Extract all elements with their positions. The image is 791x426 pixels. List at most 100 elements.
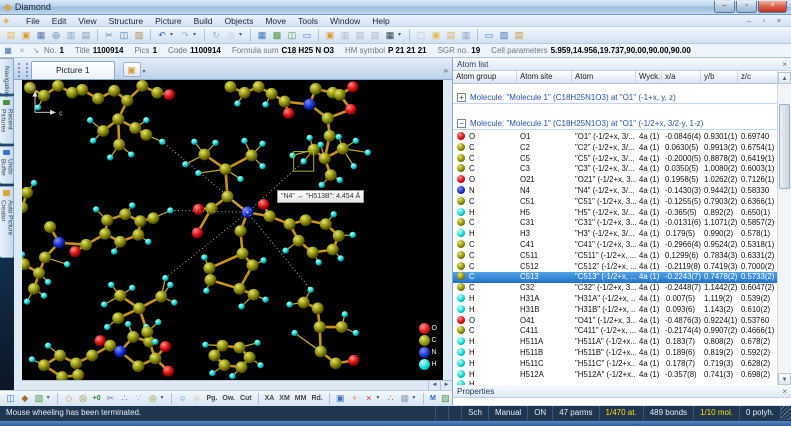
sidebar-tab-auto-picture-creator[interactable]: Auto Picture Creator <box>0 186 14 258</box>
toolbar-overflow-chevron[interactable]: » <box>444 66 452 79</box>
sidebar-tab-navigation[interactable]: Navigation <box>0 58 14 94</box>
toolbar-icon[interactable]: ◫ <box>117 29 131 42</box>
toolbar-icon[interactable]: ▣ <box>19 29 33 42</box>
atom-row[interactable]: HH5"H5" (-1/2+x, 3/...4a (1)-0.365(5)0.8… <box>453 208 791 219</box>
child-minimize-icon[interactable]: – <box>743 16 755 25</box>
atom-row[interactable]: CC511"C511" (-1/2+x, ...4a (1)0.1299(6)0… <box>453 251 791 262</box>
title-bar[interactable]: ◆ Diamond – ▫ × <box>0 0 791 15</box>
toolbar-icon[interactable]: ▨ <box>439 392 452 405</box>
structure-canvas[interactable]: b c "N4" ↔ "H513B": 4.454 Å OCNH <box>22 80 443 380</box>
tabbar-grip[interactable] <box>18 63 28 77</box>
atom-row[interactable]: CC5"C5" (-1/2+x, 3/...4a (1)-0.2000(5)0.… <box>453 154 791 165</box>
toolbar-icon[interactable]: + <box>348 392 361 405</box>
atom-row[interactable]: CC411"C411" (-1/2+x, ...4a (1)-0.2174(4)… <box>453 326 791 337</box>
status-segment-on[interactable]: ON <box>528 406 553 420</box>
dropdown-arrow-icon[interactable]: ▾ <box>193 29 200 42</box>
status-segment-sch[interactable]: Sch <box>462 406 489 420</box>
atom-row[interactable]: HH511A"H511A" (-1/2+x...4a (1)0.183(7)0.… <box>453 337 791 348</box>
atom-row[interactable]: HH511C"H511C" (-1/2+x...4a (1)0.178(7)0.… <box>453 359 791 370</box>
infobar-grid-icon[interactable]: ▦ <box>2 46 14 55</box>
atom-row[interactable]: CC31"C31" (-1/2+x, 3...4a (1)-0.0131(6)1… <box>453 218 791 229</box>
atom-row[interactable]: HH512A"H512A" (-1/2+x...4a (1)-0.357(8)0… <box>453 370 791 381</box>
toolbar-icon[interactable]: ∴ <box>384 392 397 405</box>
toolbar-icon[interactable]: ▨ <box>368 29 382 42</box>
toolbar-icon[interactable]: ▥ <box>459 29 473 42</box>
menu-help[interactable]: Help <box>366 15 395 27</box>
toolbar-icon[interactable]: ▤ <box>4 29 18 42</box>
menu-view[interactable]: View <box>72 15 102 27</box>
sidebar-tab-undo-buffer[interactable]: Undo Buffer <box>0 146 14 184</box>
column-header-atom-group[interactable]: Atom group <box>453 71 517 83</box>
column-header-wyck-[interactable]: Wyck. <box>636 71 662 83</box>
toolbar-icon[interactable]: ▦ <box>398 392 411 405</box>
dropdown-arrow-icon[interactable]: ▾ <box>239 29 246 42</box>
toolbar-icon[interactable]: ▦ <box>255 29 269 42</box>
menu-picture[interactable]: Picture <box>149 15 187 27</box>
atom-row[interactable]: OO1"O1" (-1/2+x, 3/...4a (1)-0.0846(4)0.… <box>453 132 791 143</box>
atom-row[interactable]: CC3"C3" (-1/2+x, 3/...4a (1)0.0350(5)1.0… <box>453 164 791 175</box>
atom-list-close-icon[interactable]: × <box>782 60 787 69</box>
toolbar-icon[interactable]: ◎ <box>76 392 89 405</box>
collapse-icon[interactable]: − <box>457 119 466 128</box>
new-picture-dropdown-icon[interactable]: ▾ <box>143 68 146 75</box>
atom-row[interactable]: H <box>453 380 791 385</box>
atom-row[interactable]: CC2"C2" (-1/2+x, 3/...4a (1)0.0630(5)0.9… <box>453 143 791 154</box>
toolbar-icon[interactable]: ✂ <box>102 29 116 42</box>
atom-row-selected[interactable]: CC513"C513" (-1/2+x, ...4a (1)-0.2243(7)… <box>453 272 791 283</box>
atom-row[interactable]: HH3"H3" (-1/2+x, 3/...4a (1)0.179(5)0.99… <box>453 229 791 240</box>
scroll-left-icon[interactable]: ◄ <box>428 381 440 390</box>
menu-objects[interactable]: Objects <box>219 15 260 27</box>
menu-edit[interactable]: Edit <box>46 15 73 27</box>
atom-row[interactable]: HH31A"H31A" (-1/2+x, ...4a (1)0.007(5)1.… <box>453 294 791 305</box>
toolbar-button-xa[interactable]: XA <box>263 392 277 405</box>
column-header-atom-site[interactable]: Atom site <box>517 71 572 83</box>
toolbar-icon[interactable]: ▢ <box>414 29 428 42</box>
infobar-close-icon[interactable]: × <box>16 46 28 55</box>
toolbar-button-m[interactable]: M <box>428 392 438 405</box>
dropdown-arrow-icon[interactable]: ▾ <box>398 29 405 42</box>
column-header-x-a[interactable]: x/a <box>662 71 701 83</box>
atom-row[interactable]: HH31B"H31B" (-1/2+x, ...4a (1)0.093(6)1.… <box>453 305 791 316</box>
toolbar-icon[interactable]: ▭ <box>482 29 496 42</box>
toolbar-icon[interactable]: ▦ <box>383 29 397 42</box>
dropdown-arrow-icon[interactable]: ▾ <box>170 29 177 42</box>
dropdown-arrow-icon[interactable]: ▾ <box>47 392 54 405</box>
scroll-down-icon[interactable]: ▼ <box>778 373 791 385</box>
toolbar-icon[interactable]: ↶ <box>155 29 169 42</box>
toolbar-icon[interactable]: ◇ <box>62 392 75 405</box>
toolbar-icon[interactable]: ◫ <box>285 29 299 42</box>
toolbar-button-pg[interactable]: Pg. <box>204 392 219 405</box>
status-segment-manual[interactable]: Manual <box>489 406 528 420</box>
menu-file[interactable]: File <box>20 15 46 27</box>
atom-row[interactable]: NN4"N4" (-1/2+x, 3/...4a (1)-0.1430(3)0.… <box>453 186 791 197</box>
toolbar-icon[interactable]: ◎ <box>49 29 63 42</box>
atom-row[interactable]: CC512"C512" (-1/2+x, ...4a (1)-0.2119(8)… <box>453 262 791 273</box>
scrollbar-thumb[interactable] <box>779 104 790 189</box>
toolbar-icon[interactable]: ▣ <box>334 392 347 405</box>
toolbar-icon[interactable]: ▤ <box>79 29 93 42</box>
expand-icon[interactable]: + <box>457 93 466 102</box>
atom-row[interactable]: CC51"C51" (-1/2+x, 3...4a (1)-0.1255(5)0… <box>453 197 791 208</box>
menu-move[interactable]: Move <box>259 15 292 27</box>
atom-row[interactable]: OO41"O41" (-1/2+x, 3...4a (1)-0.4876(3)0… <box>453 316 791 327</box>
tab-picture-1[interactable]: Picture 1 <box>31 61 115 79</box>
toolbar-icon[interactable]: ◎ <box>224 29 238 42</box>
minimize-button[interactable]: – <box>714 1 735 13</box>
toolbar-icon[interactable]: ◎ <box>146 392 159 405</box>
scroll-right-icon[interactable]: ► <box>440 381 452 390</box>
toolbar-icon[interactable]: ▧ <box>353 29 367 42</box>
atom-row[interactable]: CC32"C32" (-1/2+x, 3...4a (1)-0.2448(7)1… <box>453 283 791 294</box>
child-restore-icon[interactable]: ▫ <box>758 16 770 25</box>
toolbar-button-cut[interactable]: Cut <box>238 392 254 405</box>
toolbar-icon[interactable]: ▤ <box>444 29 458 42</box>
toolbar-button-rd[interactable]: Rd. <box>309 392 324 405</box>
toolbar-icon[interactable]: ▣ <box>323 29 337 42</box>
toolbar-icon[interactable]: ∴ <box>118 392 131 405</box>
toolbar-icon[interactable]: ◫ <box>4 392 17 405</box>
toolbar-button-ow[interactable]: Ow. <box>220 392 237 405</box>
toolbar-icon[interactable]: ▭ <box>300 29 314 42</box>
toolbar-icon[interactable]: ○ <box>190 392 203 405</box>
toolbar-icon[interactable]: ▨ <box>132 29 146 42</box>
infobar-jump-icon[interactable]: ↘ <box>30 46 42 55</box>
toolbar-icon[interactable]: ◆ <box>18 392 31 405</box>
